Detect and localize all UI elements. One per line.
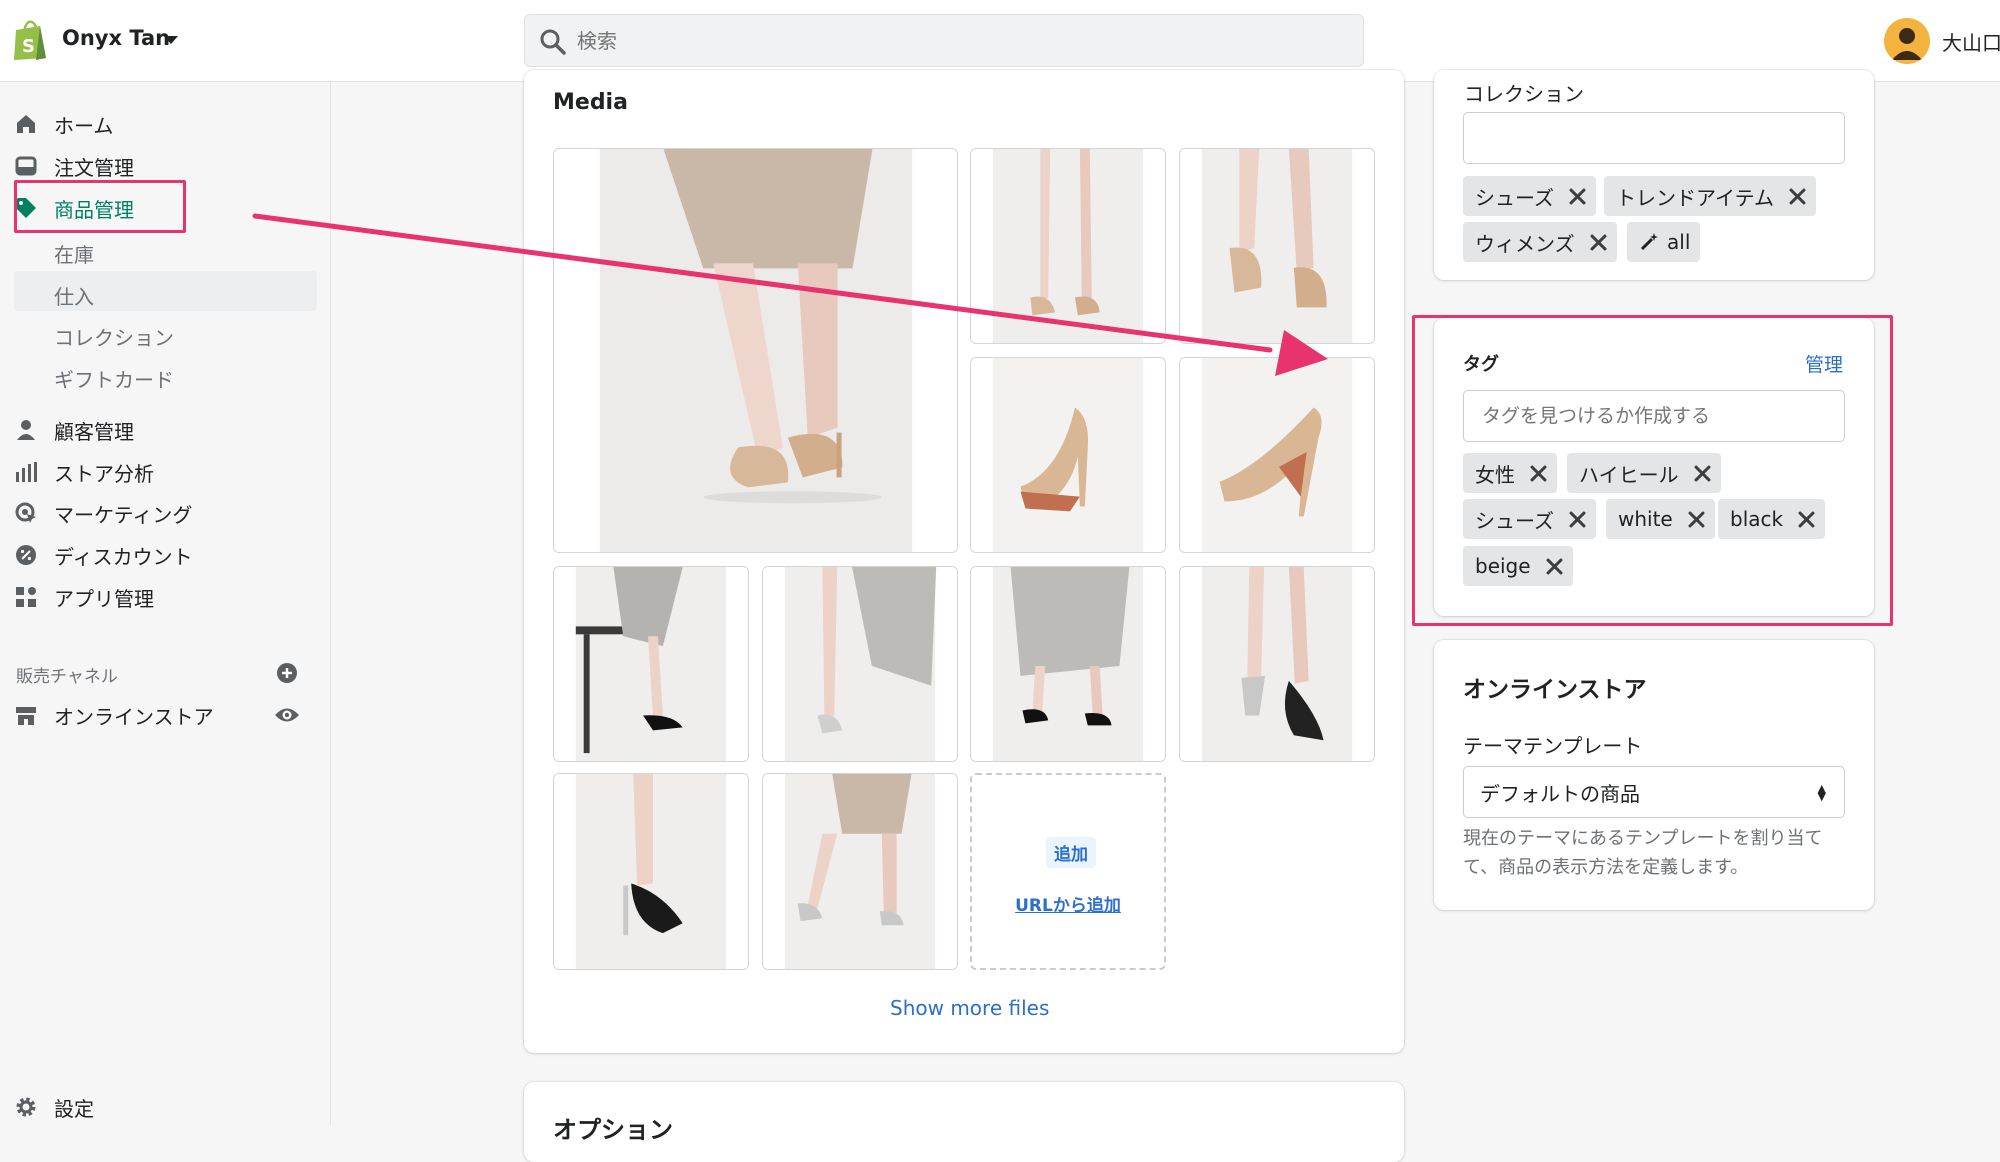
marketing-icon bbox=[15, 502, 36, 523]
sidebar-subitem-collections[interactable]: コレクション bbox=[54, 322, 174, 351]
chip-label: ウィメンズ bbox=[1475, 231, 1575, 256]
apps-icon bbox=[16, 587, 36, 607]
media-image[interactable] bbox=[970, 566, 1166, 762]
avatar[interactable] bbox=[1884, 18, 1930, 64]
product-photo bbox=[763, 567, 957, 761]
sidebar-item-analytics[interactable]: ストア分析 bbox=[14, 453, 154, 491]
sidebar-item-customers[interactable]: 顧客管理 bbox=[14, 411, 134, 449]
media-image[interactable] bbox=[970, 357, 1166, 553]
media-image[interactable] bbox=[553, 148, 958, 553]
product-photo bbox=[1180, 149, 1374, 343]
sidebar-item-label: ストア分析 bbox=[54, 461, 154, 486]
online-store-title: オンラインストア bbox=[1463, 677, 1647, 703]
media-image[interactable] bbox=[1179, 357, 1375, 553]
collection-chip: シューズ bbox=[1463, 176, 1596, 216]
media-image[interactable] bbox=[553, 773, 749, 970]
search-icon bbox=[540, 29, 566, 55]
sidebar-item-settings[interactable]: 設定 bbox=[14, 1088, 94, 1126]
media-image[interactable] bbox=[970, 148, 1166, 344]
magic-wand-icon bbox=[1640, 233, 1658, 251]
chip-label: トレンドアイテム bbox=[1616, 185, 1774, 210]
media-title: Media bbox=[553, 90, 628, 115]
collection-chip: トレンドアイテム bbox=[1604, 176, 1816, 216]
add-from-url-link[interactable]: URLから追加 bbox=[972, 891, 1164, 916]
sidebar-item-label: 設定 bbox=[54, 1096, 94, 1121]
product-photo bbox=[763, 774, 957, 969]
collection-chip-smart: all bbox=[1627, 222, 1701, 262]
sidebar-item-label: 注文管理 bbox=[54, 155, 134, 180]
media-image[interactable] bbox=[1179, 148, 1375, 344]
media-image[interactable] bbox=[762, 773, 958, 970]
store-name[interactable]: Onyx Tan bbox=[62, 26, 170, 50]
search-input[interactable] bbox=[577, 15, 1337, 66]
gear-icon bbox=[16, 1097, 36, 1117]
sidebar-item-label: ホーム bbox=[54, 113, 114, 138]
collection-chip: ウィメンズ bbox=[1463, 222, 1617, 262]
sidebar-item-label: アプリ管理 bbox=[54, 586, 154, 611]
media-image[interactable] bbox=[1179, 566, 1375, 762]
chip-label: シューズ bbox=[1475, 185, 1554, 210]
select-value: デフォルトの商品 bbox=[1480, 781, 1640, 806]
media-image[interactable] bbox=[762, 566, 958, 762]
media-image[interactable] bbox=[553, 566, 749, 762]
sidebar-item-home[interactable]: ホーム bbox=[14, 105, 113, 143]
store-icon bbox=[16, 707, 36, 725]
sidebar-item-online-store[interactable]: オンラインストア bbox=[14, 696, 214, 734]
home-icon bbox=[17, 115, 35, 133]
customer-icon bbox=[17, 420, 35, 440]
analytics-icon bbox=[16, 462, 37, 482]
theme-template-help: 現在のテーマにあるテンプレートを割り当てて、商品の表示方法を定義します。 bbox=[1463, 828, 1823, 878]
product-photo bbox=[1180, 567, 1374, 761]
close-icon[interactable] bbox=[1788, 187, 1806, 205]
sidebar-subitem-gift-cards[interactable]: ギフトカード bbox=[54, 364, 174, 393]
sidebar-item-label: 顧客管理 bbox=[54, 419, 134, 444]
orders-icon bbox=[15, 156, 37, 176]
product-photo bbox=[554, 567, 748, 761]
product-photo bbox=[971, 567, 1165, 761]
show-more-files-link[interactable]: Show more files bbox=[890, 996, 1049, 1020]
sidebar-item-label: ディスカウント bbox=[54, 544, 193, 569]
search-bar[interactable] bbox=[524, 14, 1364, 67]
options-title: オプション bbox=[553, 1116, 673, 1144]
collections-input[interactable] bbox=[1463, 112, 1845, 164]
sidebar-item-label: オンラインストア bbox=[54, 704, 214, 729]
discount-icon bbox=[16, 545, 36, 565]
user-name[interactable]: 大山口 bbox=[1942, 27, 2000, 56]
caret-down-icon[interactable] bbox=[164, 36, 178, 44]
tags-highlight-box bbox=[1412, 315, 1893, 626]
add-media-button[interactable]: 追加 bbox=[1046, 837, 1096, 868]
products-highlight-box bbox=[14, 180, 186, 233]
product-photo bbox=[554, 774, 748, 969]
theme-template-label: テーマテンプレート bbox=[1463, 734, 1643, 758]
chip-label: all bbox=[1667, 230, 1691, 254]
sidebar-subitem-transfers[interactable]: 仕入 bbox=[54, 281, 94, 310]
sidebar-item-marketing[interactable]: マーケティング bbox=[14, 494, 192, 532]
product-photo bbox=[1180, 358, 1374, 552]
collections-label: コレクション bbox=[1464, 82, 1584, 106]
sidebar-subitem-inventory[interactable]: 在庫 bbox=[54, 239, 94, 268]
sales-channels-label: 販売チャネル bbox=[16, 667, 118, 687]
product-photo bbox=[971, 358, 1165, 552]
shopify-logo-icon[interactable]: S bbox=[10, 18, 50, 62]
sidebar-item-label: マーケティング bbox=[54, 502, 193, 527]
select-arrows-icon: ▲ ▼ bbox=[1817, 782, 1826, 803]
close-icon[interactable] bbox=[1568, 187, 1586, 205]
sidebar-item-apps[interactable]: アプリ管理 bbox=[14, 578, 154, 616]
svg-text:S: S bbox=[22, 36, 35, 57]
close-icon[interactable] bbox=[1589, 233, 1607, 251]
add-channel-icon[interactable] bbox=[276, 662, 298, 684]
product-photo bbox=[971, 149, 1165, 343]
eye-icon[interactable] bbox=[274, 704, 300, 726]
sidebar-item-discounts[interactable]: ディスカウント bbox=[14, 536, 193, 574]
product-photo bbox=[554, 149, 957, 552]
media-dropzone[interactable]: 追加 URLから追加 bbox=[970, 773, 1166, 970]
theme-template-select[interactable]: デフォルトの商品 ▲ ▼ bbox=[1463, 766, 1845, 818]
avatar-icon bbox=[1892, 28, 1922, 60]
